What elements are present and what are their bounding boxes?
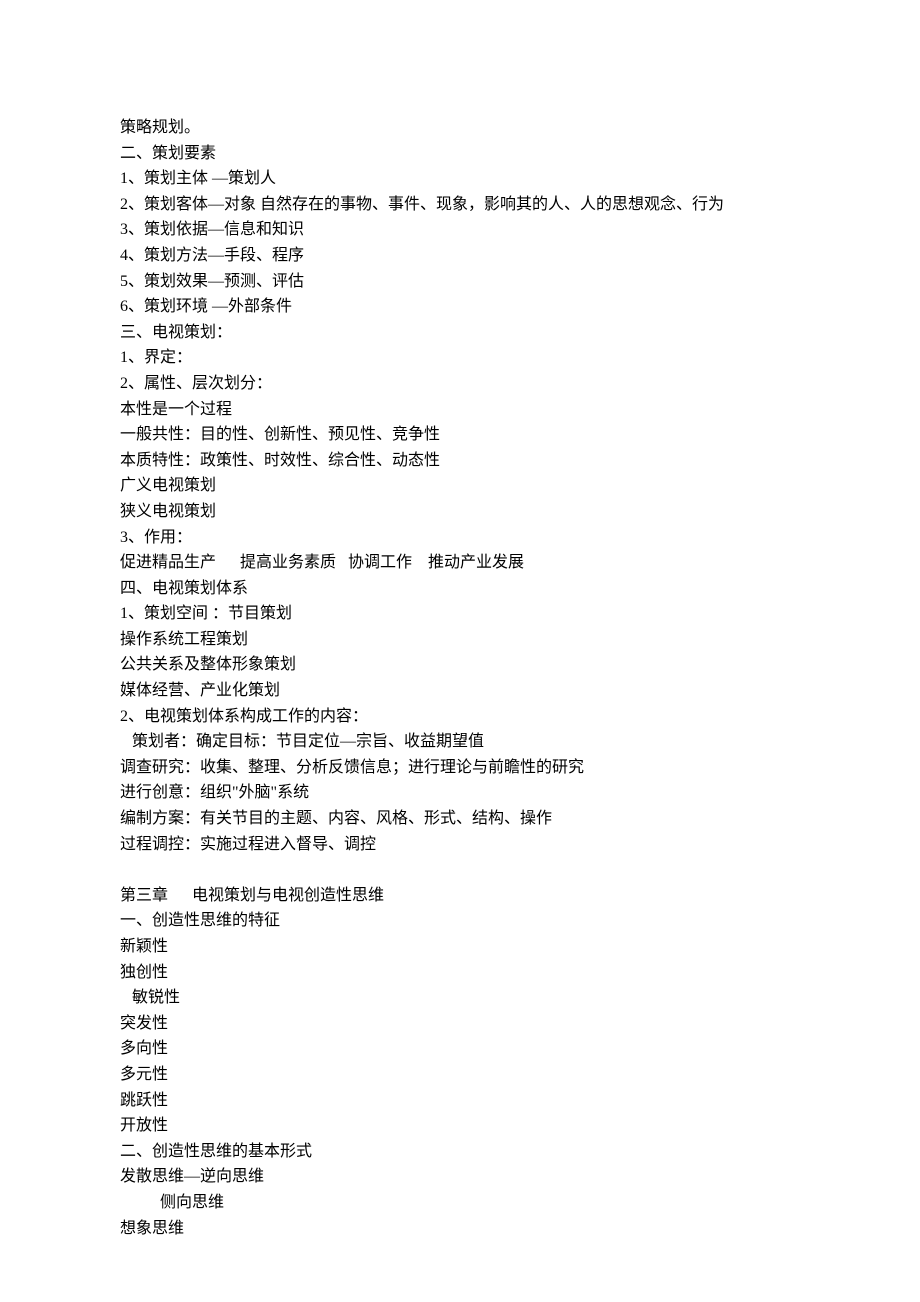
text-line: 三、电视策划：	[120, 320, 800, 346]
text-line: 突发性	[120, 1011, 800, 1037]
text-line: 多元性	[120, 1062, 800, 1088]
text-line: 敏锐性	[120, 985, 800, 1011]
text-line: 2、策划客体—对象 自然存在的事物、事件、现象，影响其的人、人的思想观念、行为	[120, 192, 800, 218]
text-line: 1、界定：	[120, 345, 800, 371]
text-line: 多向性	[120, 1036, 800, 1062]
text-line: 操作系统工程策划	[120, 627, 800, 653]
text-line: 本质特性：政策性、时效性、综合性、动态性	[120, 448, 800, 474]
text-line: 编制方案：有关节目的主题、内容、风格、形式、结构、操作	[120, 806, 800, 832]
text-line: 进行创意：组织"外脑"系统	[120, 780, 800, 806]
text-line: 2、属性、层次划分：	[120, 371, 800, 397]
text-line: 1、策划主体 —策划人	[120, 166, 800, 192]
document-page: 策略规划。二、策划要素1、策划主体 —策划人2、策划客体—对象 自然存在的事物、…	[0, 0, 920, 1302]
text-line: 一般共性：目的性、创新性、预见性、竞争性	[120, 422, 800, 448]
text-line: 4、策划方法—手段、程序	[120, 243, 800, 269]
text-line: 二、创造性思维的基本形式	[120, 1139, 800, 1165]
text-line: 发散思维—逆向思维	[120, 1164, 800, 1190]
text-line: 策划者：确定目标：节目定位—宗旨、收益期望值	[120, 729, 800, 755]
text-line: 3、作用：	[120, 525, 800, 551]
text-line: 第三章 电视策划与电视创造性思维	[120, 883, 800, 909]
text-line: 想象思维	[120, 1216, 800, 1242]
text-line: 跳跃性	[120, 1088, 800, 1114]
text-line: 策略规划。	[120, 115, 800, 141]
text-line: 6、策划环境 —外部条件	[120, 294, 800, 320]
text-line: 1、策划空间 ：节目策划	[120, 601, 800, 627]
text-line: 侧向思维	[120, 1190, 800, 1216]
text-line: 调查研究：收集、整理、分析反馈信息；进行理论与前瞻性的研究	[120, 755, 800, 781]
text-line: 5、策划效果—预测、评估	[120, 269, 800, 295]
text-line: 开放性	[120, 1113, 800, 1139]
text-line: 四、电视策划体系	[120, 576, 800, 602]
document-content: 策略规划。二、策划要素1、策划主体 —策划人2、策划客体—对象 自然存在的事物、…	[120, 115, 800, 1241]
text-line: 一、创造性思维的特征	[120, 908, 800, 934]
text-line: 过程调控：实施过程进入督导、调控	[120, 832, 800, 858]
text-line: 促进精品生产 提高业务素质 协调工作 推动产业发展	[120, 550, 800, 576]
text-line: 3、策划依据—信息和知识	[120, 217, 800, 243]
text-line: 广义电视策划	[120, 473, 800, 499]
text-line: 媒体经营、产业化策划	[120, 678, 800, 704]
text-line: 独创性	[120, 960, 800, 986]
text-line: 新颖性	[120, 934, 800, 960]
text-line: 2、电视策划体系构成工作的内容：	[120, 704, 800, 730]
text-line: 二、策划要素	[120, 141, 800, 167]
text-line	[120, 857, 800, 883]
text-line: 公共关系及整体形象策划	[120, 652, 800, 678]
text-line: 狭义电视策划	[120, 499, 800, 525]
text-line: 本性是一个过程	[120, 397, 800, 423]
